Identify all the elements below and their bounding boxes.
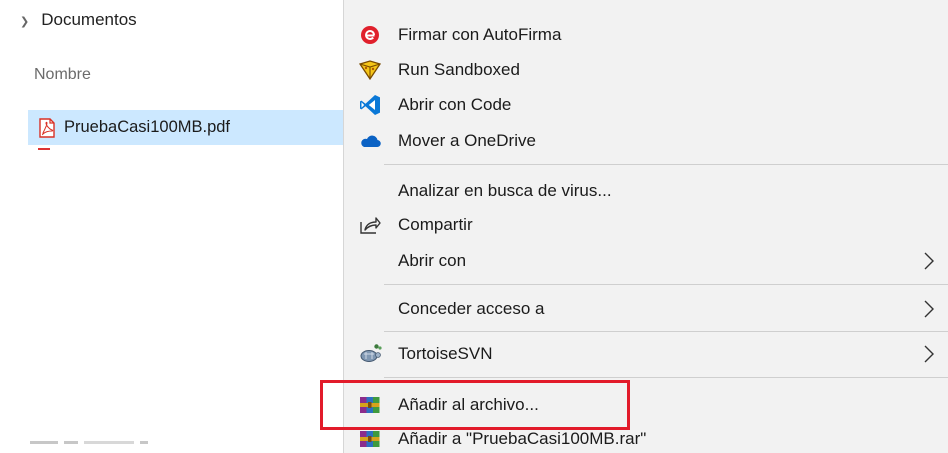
tortoisesvn-icon — [357, 341, 383, 367]
annotation-highlight-box — [320, 380, 630, 430]
menu-separator — [384, 377, 948, 378]
menu-item-label: Conceder acceso a — [398, 299, 545, 318]
menu-separator — [384, 331, 948, 332]
menu-item-compartir[interactable]: Compartir — [344, 208, 948, 242]
partial-item-icon — [358, 0, 386, 6]
menu-item-label: Mover a OneDrive — [398, 131, 536, 150]
menu-separator — [384, 164, 948, 165]
menu-item-label: Run Sandboxed — [398, 60, 520, 79]
cut-off-row — [30, 441, 148, 444]
breadcrumb[interactable]: ❯ Documentos — [20, 8, 137, 32]
menu-item-label: Añadir a "PruebaCasi100MB.rar" — [398, 429, 647, 448]
chevron-right-icon — [923, 344, 935, 364]
menu-item-firmar-autofirma[interactable]: Firmar con AutoFirma — [344, 18, 948, 52]
screen: ❯ Documentos Nombre PruebaCasi100MB.pdf — [0, 0, 948, 453]
menu-item-mover-onedrive[interactable]: Mover a OneDrive — [344, 124, 948, 158]
chevron-right-icon — [923, 251, 935, 271]
vscode-icon — [357, 92, 383, 118]
file-name: PruebaCasi100MB.pdf — [64, 118, 231, 136]
file-explorer-pane: ❯ Documentos Nombre PruebaCasi100MB.pdf — [0, 0, 346, 453]
pdf-file-icon — [38, 117, 56, 138]
pdf-icon-underline — [38, 148, 50, 150]
breadcrumb-documentos[interactable]: Documentos — [41, 10, 136, 30]
menu-item-tortoisesvn[interactable]: TortoiseSVN — [344, 337, 948, 371]
sandboxie-icon — [357, 57, 383, 83]
menu-item-label: Firmar con AutoFirma — [398, 25, 562, 44]
menu-item-abrir-con[interactable]: Abrir con — [344, 244, 948, 278]
menu-item-label: Abrir con Code — [398, 95, 512, 114]
menu-separator — [384, 284, 948, 285]
autofirma-icon — [357, 22, 383, 48]
menu-item-conceder-acceso[interactable]: Conceder acceso a — [344, 292, 948, 326]
menu-item-label: Analizar en busca de virus... — [398, 181, 612, 200]
share-icon — [357, 212, 383, 238]
onedrive-cloud-icon — [357, 128, 383, 154]
menu-item-label: Compartir — [398, 215, 473, 234]
chevron-right-icon — [923, 299, 935, 319]
menu-item-analizar-virus[interactable]: Analizar en busca de virus... — [344, 174, 948, 208]
menu-item-label: Abrir con — [398, 251, 467, 270]
chevron-right-icon: ❯ — [20, 15, 30, 28]
menu-item-run-sandboxed[interactable]: Run Sandboxed — [344, 53, 948, 87]
menu-item-label: TortoiseSVN — [398, 344, 493, 363]
file-row-selected[interactable]: PruebaCasi100MB.pdf — [28, 110, 346, 145]
menu-item-abrir-con-code[interactable]: Abrir con Code — [344, 88, 948, 122]
column-header-name[interactable]: Nombre — [34, 66, 91, 84]
